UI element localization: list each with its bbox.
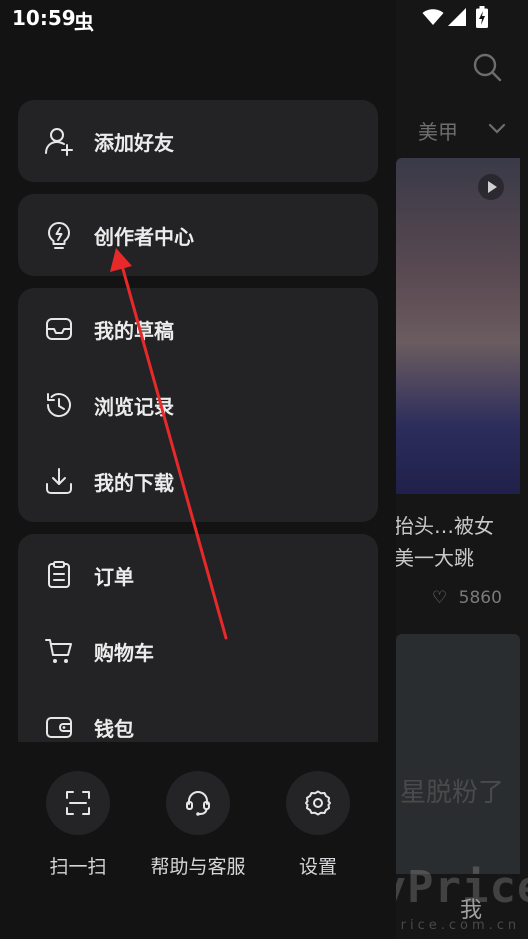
side-drawer: 添加好友 创作者中心 我的草稿 浏览记录 我的下载 订单 购物车 钱包 扫一扫 … [0, 0, 396, 939]
order-icon [48, 561, 70, 588]
menu-item-label: 我的草稿 [94, 318, 174, 343]
history-icon [46, 393, 71, 418]
menu-item-wallet[interactable]: 钱包 [18, 689, 378, 742]
heart-icon: ♡ [432, 588, 448, 608]
like-counter[interactable]: ♡ 5860 [432, 588, 502, 608]
help-label[interactable]: 帮助与客服 [128, 852, 268, 879]
scan-button[interactable] [46, 771, 110, 835]
notification-app-icon: 虫 [74, 10, 94, 34]
lightbulb-icon [48, 222, 70, 249]
creator-center-card[interactable]: 创作者中心 [18, 194, 378, 276]
status-time: 10:59 [12, 6, 76, 30]
menu-item-label: 钱包 [94, 716, 134, 741]
menu-item-drafts[interactable]: 我的草稿 [18, 291, 378, 367]
drafts-icon [46, 318, 72, 340]
menu-item-label: 创作者中心 [94, 224, 194, 249]
feed-card-title-line1: 抬头…被女 [394, 514, 494, 538]
menu-item-add-friend[interactable]: 添加好友 [18, 103, 378, 179]
gear-icon [305, 790, 331, 816]
scan-label[interactable]: 扫一扫 [8, 852, 148, 879]
add-user-icon [45, 128, 73, 156]
feed-card-2-text: 星脱粉了 [400, 778, 505, 808]
feed-card-title-line2: 美一大跳 [394, 546, 474, 570]
menu-item-label: 购物车 [94, 640, 154, 665]
feed-card-title[interactable]: 抬头…被女 美一大跳 [394, 510, 528, 574]
tab-nail-art[interactable]: 美甲 [418, 116, 458, 145]
commerce-menu-card: 订单 购物车 钱包 [18, 534, 378, 742]
wifi-icon [422, 9, 444, 25]
settings-button[interactable] [286, 771, 350, 835]
cart-icon [45, 639, 72, 663]
settings-label[interactable]: 设置 [248, 852, 388, 879]
menu-item-label: 订单 [94, 564, 134, 589]
signal-icon [448, 8, 466, 26]
help-button[interactable] [166, 771, 230, 835]
like-count: 5860 [458, 588, 502, 608]
menu-item-creator-center[interactable]: 创作者中心 [18, 197, 378, 273]
menu-item-cart[interactable]: 购物车 [18, 613, 378, 689]
chevron-down-icon[interactable] [486, 118, 508, 140]
menu-item-label: 浏览记录 [94, 394, 174, 419]
feed-card-2[interactable] [396, 634, 520, 874]
menu-item-label: 添加好友 [94, 130, 174, 155]
menu-item-history[interactable]: 浏览记录 [18, 367, 378, 443]
menu-item-downloads[interactable]: 我的下载 [18, 443, 378, 519]
video-play-icon [478, 174, 504, 200]
search-icon[interactable] [472, 52, 502, 82]
content-menu-card: 我的草稿 浏览记录 我的下载 [18, 288, 378, 522]
download-icon [46, 468, 72, 494]
add-friend-card[interactable]: 添加好友 [18, 100, 378, 182]
wallet-icon [46, 717, 72, 738]
menu-item-label: 我的下载 [94, 470, 174, 495]
battery-charging-icon [476, 6, 488, 28]
feed-card-image[interactable] [396, 158, 520, 494]
status-bar: 10:59 虫 [0, 0, 528, 36]
headset-icon [186, 791, 210, 816]
scan-icon [66, 791, 90, 815]
menu-item-orders[interactable]: 订单 [18, 537, 378, 613]
